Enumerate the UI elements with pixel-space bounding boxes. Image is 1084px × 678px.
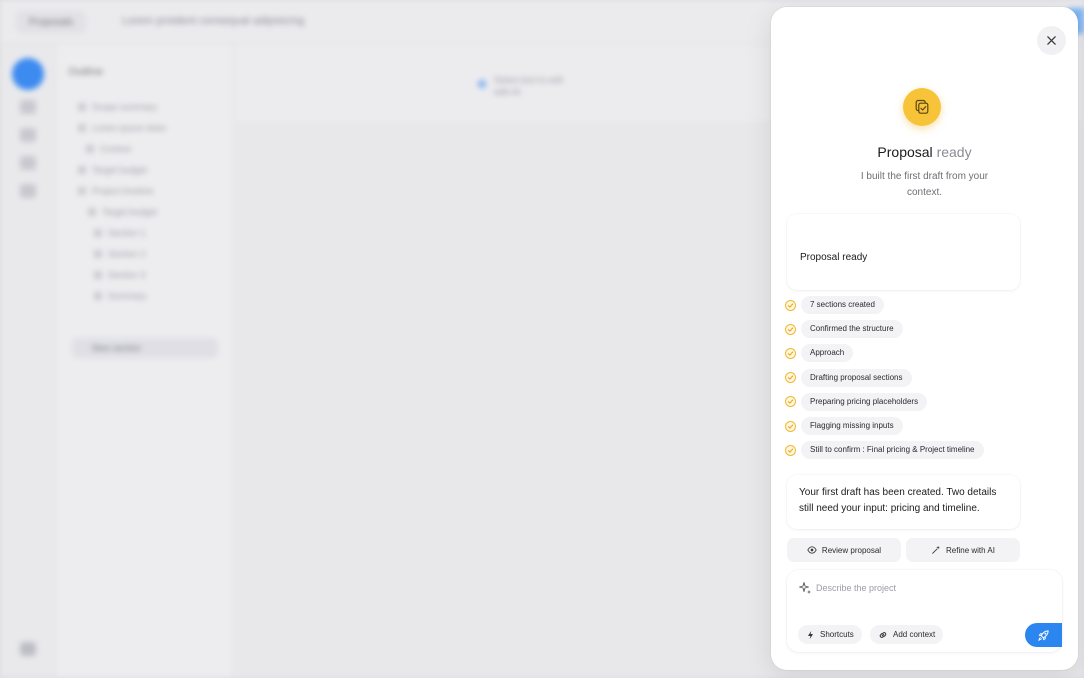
assistant-message: Your first draft has been created. Two d… [787,475,1020,529]
check-circle-icon [785,444,796,456]
paperclip-link-icon [879,631,887,638]
rocket-icon [1038,629,1049,641]
shortcuts-label: Shortcuts [820,630,854,639]
progress-step: Preparing pricing placeholders [785,390,984,414]
refine-with-ai-label: Refine with AI [946,545,995,555]
background-settings-icon [20,642,36,656]
progress-step-label: Drafting proposal sections [801,368,912,387]
background-rail-icon [20,184,36,198]
background-outline-item-label: Section 1 [108,227,146,238]
background-left-rail [0,44,56,678]
sparkle-wand-icon [932,545,940,554]
review-proposal-label: Review proposal [821,545,882,555]
document-check-icon [915,99,929,114]
background-rail-icon [20,100,36,114]
background-new-section-button: New section [72,338,218,358]
check-circle-icon [785,323,796,335]
background-outline-item-label: Section 3 [108,269,146,280]
proposal-card-title: Proposal ready [800,252,868,263]
panel-title-main: Proposal [877,144,933,160]
panel-subtitle: I built the first draft from your contex… [860,171,989,198]
background-outline-item: Target budget [78,201,228,222]
add-context-button[interactable]: Add context [870,625,944,644]
background-outline-item-label: Summary [108,290,147,301]
background-outline-bullet [94,228,102,237]
check-circle-icon [785,420,796,432]
panel-title: Proposal ready [771,144,1078,160]
background-outline-bullet [86,144,94,153]
progress-step-label: Flagging missing inputs [801,417,903,436]
progress-step: Still to confirm : Final pricing & Proje… [785,438,984,462]
background-rail-primary-button [12,58,44,90]
shortcuts-button[interactable]: Shortcuts [798,625,862,644]
prompt-composer: Shortcuts Add context [787,570,1062,652]
background-outline-item: Lorem ipsum dolor [78,117,228,138]
background-rail-icon [20,156,36,170]
progress-step: Confirmed the structure [785,317,984,341]
background-outline-bullet [78,123,86,132]
eye-icon [807,546,817,554]
background-outline-item-label: Scope summary [92,101,158,112]
progress-step-label: Confirmed the structure [801,320,903,339]
progress-step-label: Preparing pricing placeholders [801,392,928,411]
progress-steps: 7 sections created Confirmed the structur… [785,293,984,462]
background-outline-item: Section 2 [78,243,228,264]
add-context-label: Add context [893,630,936,639]
background-outline-item: Summary [78,285,228,306]
background-main-hint: Select text to edit with AI [478,74,563,98]
lightning-icon [808,630,813,639]
background-outline-item: Section 3 [78,264,228,285]
progress-step-label: Approach [801,344,854,363]
background-outline-item: Target budget [78,159,228,180]
proposal-panel: Proposal ready I built the first draft f… [771,7,1078,670]
background-outline-item-label: Target budget [92,164,148,175]
progress-step: Drafting proposal sections [785,366,984,390]
background-outline-bullet [94,291,102,300]
background-outline-bullet [78,102,86,111]
background-outline-sidebar: Outline Scope summary Lorem ipsum dolor Co… [56,44,234,678]
background-document-title: Lorem proident consequat adipisicing [122,15,305,27]
progress-step: Approach [785,341,984,365]
background-outline-title: Outline [68,66,103,78]
background-main-hint-line2: with AI [494,87,521,97]
background-outline-item-label: Context [100,143,132,154]
background-outline-bullet [88,207,96,216]
check-circle-icon [785,299,796,311]
background-back-button: Proposals [16,11,86,33]
background-outline-item-label: Lorem ipsum dolor [92,122,167,133]
x-icon [1047,36,1056,45]
background-outline-item: Project timeline [78,180,228,201]
check-circle-icon [785,347,796,359]
background-outline-item-label: Section 2 [108,248,146,259]
describe-project-input[interactable] [816,580,1046,596]
background-outline-bullet [94,270,102,279]
refine-with-ai-button[interactable]: Refine with AI [906,538,1020,562]
background-rail-icon [20,128,36,142]
panel-title-status: ready [936,144,972,160]
progress-step: Flagging missing inputs [785,414,984,438]
background-main-hint-line1: Select text to edit [494,75,564,85]
background-outline-item-label: Target budget [102,206,158,217]
close-button[interactable] [1037,26,1066,55]
progress-step: 7 sections created [785,293,984,317]
hero-badge [903,88,941,126]
background-outline-item-label: Project timeline [92,185,154,196]
sparkle-icon [799,582,811,594]
background-outline-bullet [78,186,86,195]
background-outline-item: Scope summary [78,96,228,117]
background-outline-bullet [94,249,102,258]
check-circle-icon [785,396,796,408]
send-button[interactable] [1025,623,1062,647]
check-circle-icon [785,372,796,384]
background-outline-bullet [78,165,86,174]
progress-step-label: Still to confirm : Final pricing & Proje… [801,441,984,460]
progress-step-label: 7 sections created [801,296,884,315]
proposal-card: Proposal ready [787,214,1020,290]
background-outline-item: Context [78,138,228,159]
background-outline-item: Section 1 [78,222,228,243]
review-proposal-button[interactable]: Review proposal [787,538,901,562]
background-outline-list: Scope summary Lorem ipsum dolor Context Tar… [78,96,228,306]
